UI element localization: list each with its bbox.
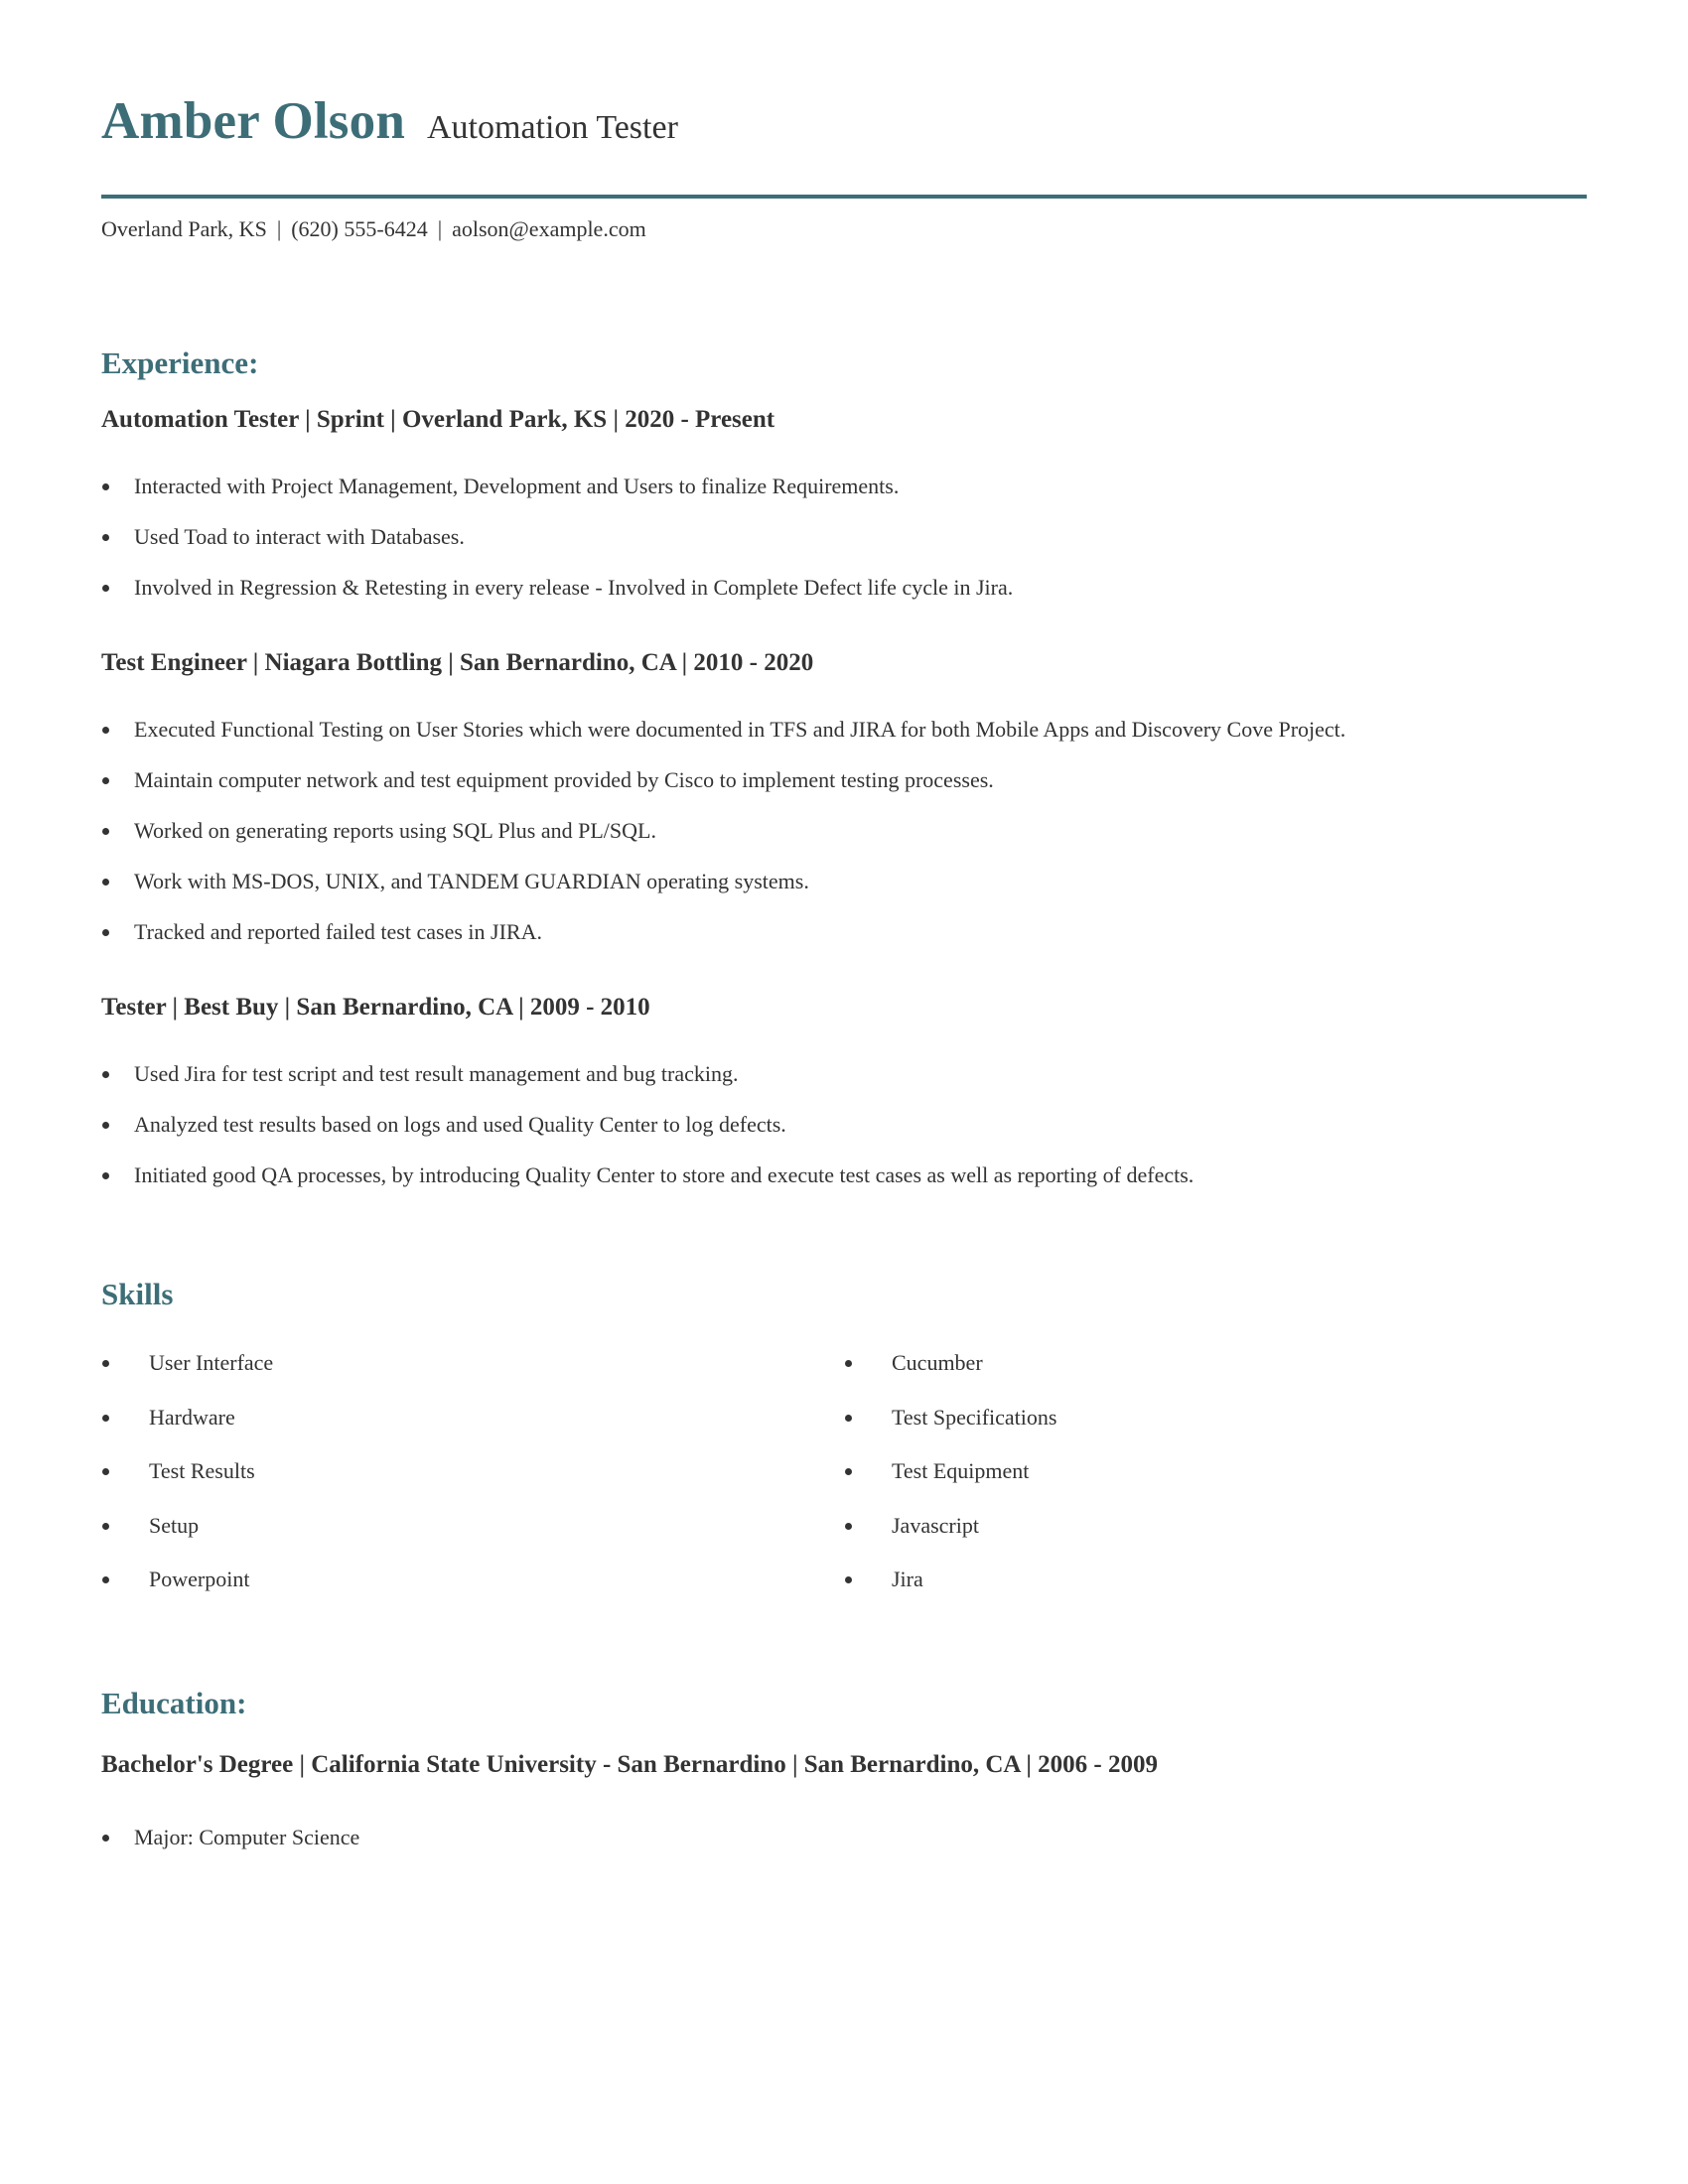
skill-item: Powerpoint — [101, 1567, 844, 1621]
skills-heading: Skills — [101, 1277, 174, 1311]
skill-item: Javascript — [844, 1513, 1587, 1568]
job-bullet: Used Jira for test script and test resul… — [101, 1061, 1194, 1112]
skills-column-right: Cucumber Test Specifications Test Equipm… — [844, 1350, 1587, 1621]
skill-item: User Interface — [101, 1350, 844, 1405]
header-divider — [101, 195, 1587, 199]
job-heading: Test Engineer | Niagara Bottling | San B… — [101, 649, 814, 676]
contact-location: Overland Park, KS — [101, 216, 267, 241]
skill-item: Test Equipment — [844, 1458, 1587, 1513]
degree-heading: Bachelor's Degree | California State Uni… — [101, 1751, 1158, 1778]
skills-grid: User Interface Hardware Test Results Set… — [101, 1350, 1587, 1621]
job-bullet: Initiated good QA processes, by introduc… — [101, 1162, 1194, 1213]
job-bullet: Executed Functional Testing on User Stor… — [101, 717, 1345, 767]
job-heading: Automation Tester | Sprint | Overland Pa… — [101, 406, 775, 433]
job-bullet: Maintain computer network and test equip… — [101, 767, 1345, 818]
education-heading: Education: — [101, 1686, 247, 1720]
job-bullet: Tracked and reported failed test cases i… — [101, 919, 1345, 970]
candidate-role: Automation Tester — [427, 109, 678, 146]
contact-line: Overland Park, KS | (620) 555-6424 | aolson@… — [101, 216, 646, 242]
contact-separator: | — [437, 216, 443, 241]
job-heading: Tester | Best Buy | San Bernardino, CA |… — [101, 994, 650, 1021]
job-bullet: Used Toad to interact with Databases. — [101, 524, 1013, 575]
resume-header: Amber Olson Automation Tester — [101, 91, 678, 151]
skill-item: Test Results — [101, 1458, 844, 1513]
skill-item: Setup — [101, 1513, 844, 1568]
contact-email: aolson@example.com — [452, 216, 646, 241]
contact-phone: (620) 555-6424 — [291, 216, 428, 241]
skill-item: Test Specifications — [844, 1405, 1587, 1459]
job-bullet-list: Used Jira for test script and test resul… — [101, 1061, 1194, 1213]
job-bullet-list: Executed Functional Testing on User Stor… — [101, 717, 1345, 970]
job-bullet: Worked on generating reports using SQL P… — [101, 818, 1345, 869]
experience-heading: Experience: — [101, 345, 259, 380]
skill-item: Cucumber — [844, 1350, 1587, 1405]
candidate-name: Amber Olson — [101, 92, 405, 150]
job-bullet: Work with MS-DOS, UNIX, and TANDEM GUARD… — [101, 869, 1345, 919]
skill-item: Hardware — [101, 1405, 844, 1459]
education-bullet: Major: Computer Science — [101, 1825, 359, 1875]
job-bullet: Analyzed test results based on logs and … — [101, 1112, 1194, 1162]
job-bullet-list: Interacted with Project Management, Deve… — [101, 474, 1013, 625]
job-bullet: Interacted with Project Management, Deve… — [101, 474, 1013, 524]
education-bullet-list: Major: Computer Science — [101, 1825, 359, 1875]
contact-separator: | — [276, 216, 282, 241]
skill-item: Jira — [844, 1567, 1587, 1621]
job-bullet: Involved in Regression & Retesting in ev… — [101, 575, 1013, 625]
skills-column-left: User Interface Hardware Test Results Set… — [101, 1350, 844, 1621]
